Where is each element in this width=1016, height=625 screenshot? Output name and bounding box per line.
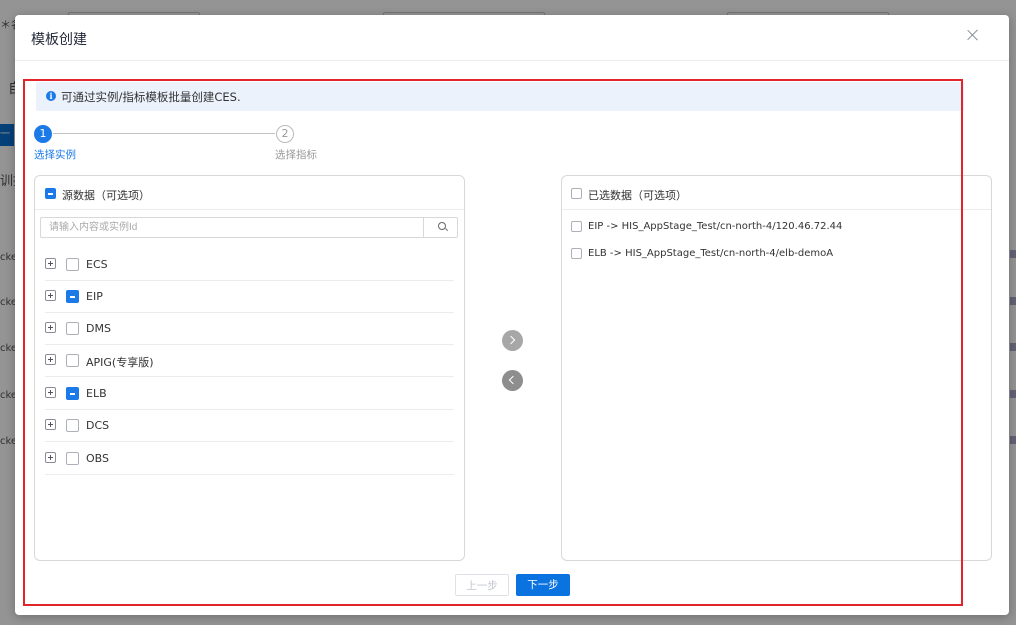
source-panel-title: 源数据（可选项） [62, 189, 150, 202]
expand-icon[interactable] [45, 387, 56, 398]
prev-step-button[interactable]: 上一步 [455, 574, 509, 596]
selected-select-all-checkbox[interactable] [571, 188, 582, 199]
move-right-button[interactable] [502, 330, 523, 351]
dialog-header: 模板创建 [15, 15, 1009, 61]
expand-icon[interactable] [45, 258, 56, 269]
info-text: 可通过实例/指标模板批量创建CES. [61, 90, 241, 104]
item-label: DCS [86, 419, 110, 432]
step-connector [53, 133, 275, 134]
item-label: EIP -> HIS_AppStage_Test/cn-north-4/120.… [588, 221, 843, 232]
source-select-all-checkbox[interactable] [45, 188, 56, 199]
item-checkbox[interactable] [571, 221, 582, 232]
item-label: APIG(专享版) [86, 356, 154, 369]
source-item-dms[interactable]: DMS [45, 312, 454, 345]
source-item-eip[interactable]: EIP [45, 280, 454, 313]
item-checkbox[interactable] [66, 419, 79, 432]
next-step-button[interactable]: 下一步 [516, 574, 570, 596]
close-icon[interactable] [965, 27, 981, 43]
item-checkbox[interactable] [66, 387, 79, 400]
expand-icon[interactable] [45, 354, 56, 365]
source-search [40, 217, 458, 238]
expand-icon[interactable] [45, 452, 56, 463]
step-2-label: 选择指标 [275, 149, 317, 161]
dialog-title: 模板创建 [31, 32, 87, 48]
item-checkbox[interactable] [66, 354, 79, 367]
info-icon: i [46, 91, 56, 101]
source-panel-header: 源数据（可选项） [35, 176, 464, 210]
step-2-indicator: 2 [276, 125, 294, 143]
item-label: ELB -> HIS_AppStage_Test/cn-north-4/elb-… [588, 248, 834, 259]
item-checkbox[interactable] [66, 322, 79, 335]
item-label: ECS [86, 258, 108, 271]
selected-panel-header: 已选数据（可选项） [562, 176, 991, 210]
step-1-indicator: 1 [34, 125, 52, 143]
template-create-dialog: 模板创建 i 可通过实例/指标模板批量创建CES. 1 2 选择实例 选择指标 … [15, 15, 1009, 615]
selected-panel: 已选数据（可选项） EIP -> HIS_AppStage_Test/cn-no… [561, 175, 992, 561]
source-item-apig[interactable]: APIG(专享版) [45, 344, 454, 377]
item-label: EIP [86, 290, 103, 303]
move-left-button[interactable] [502, 370, 523, 391]
source-item-elb[interactable]: ELB [45, 377, 454, 410]
source-item-ecs[interactable]: ECS [45, 248, 454, 281]
item-checkbox[interactable] [66, 452, 79, 465]
item-label: OBS [86, 452, 109, 465]
source-item-dcs[interactable]: DCS [45, 409, 454, 442]
expand-icon[interactable] [45, 419, 56, 430]
expand-icon[interactable] [45, 290, 56, 301]
item-label: DMS [86, 322, 111, 335]
selected-panel-title: 已选数据（可选项） [588, 189, 687, 202]
item-checkbox[interactable] [571, 248, 582, 259]
source-panel: 源数据（可选项） ECS EIP DMS APIG(专享版) [34, 175, 465, 561]
source-search-input[interactable] [41, 218, 424, 237]
info-banner: i 可通过实例/指标模板批量创建CES. [36, 82, 964, 111]
item-checkbox[interactable] [66, 290, 79, 303]
search-icon[interactable] [438, 222, 448, 232]
item-label: ELB [86, 387, 107, 400]
item-checkbox[interactable] [66, 258, 79, 271]
source-item-obs[interactable]: OBS [45, 442, 454, 475]
expand-icon[interactable] [45, 322, 56, 333]
step-1-label: 选择实例 [34, 149, 76, 161]
